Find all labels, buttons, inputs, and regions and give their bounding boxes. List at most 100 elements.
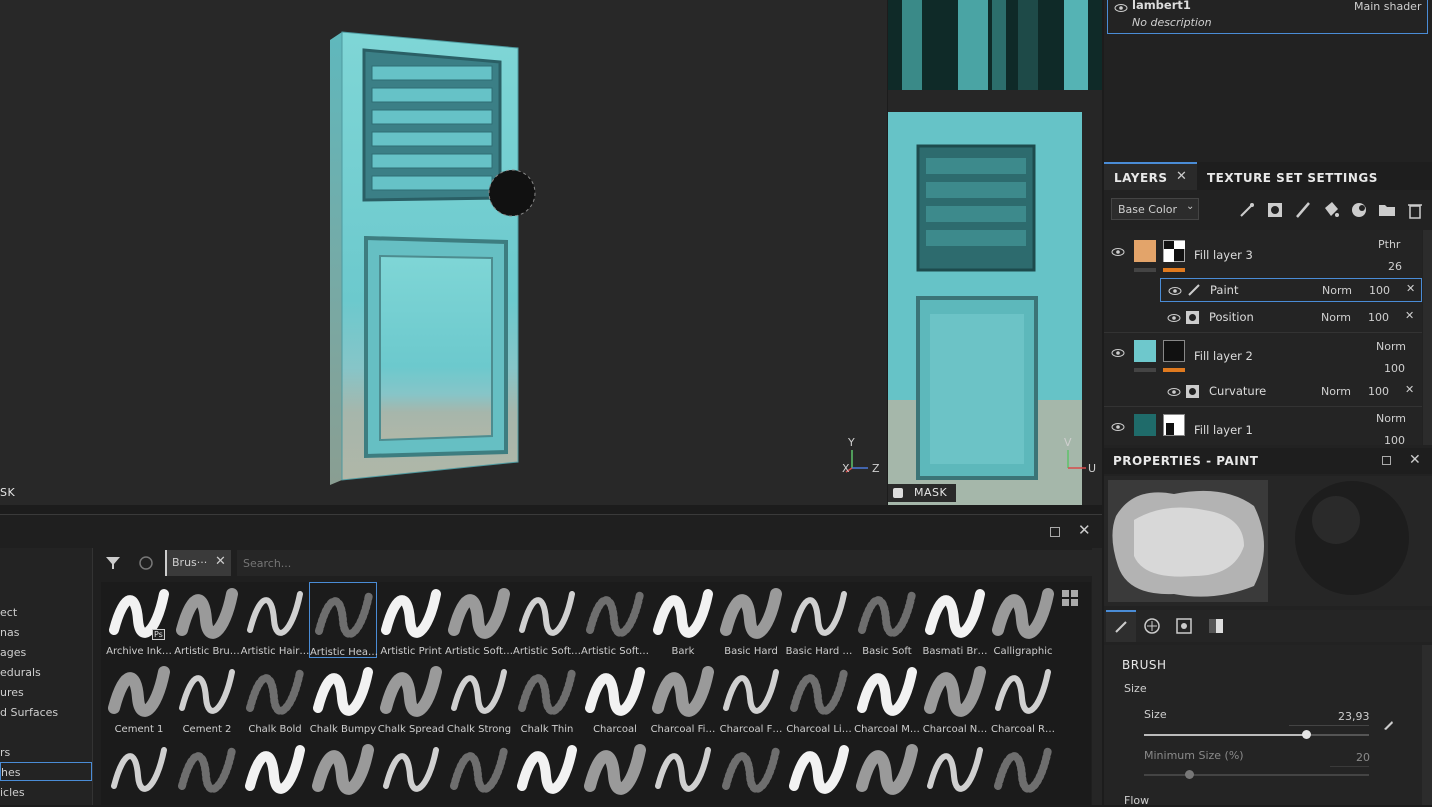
min-size-value[interactable]: 20 <box>1356 751 1370 764</box>
category-item-selected[interactable]: hes <box>0 762 92 781</box>
eye-icon[interactable] <box>1167 387 1181 397</box>
brush-item[interactable] <box>649 738 717 805</box>
material-tab-icon[interactable] <box>1144 618 1160 634</box>
brush-item[interactable]: Charcoal R… <box>989 660 1057 736</box>
remove-effect-icon[interactable]: ✕ <box>1406 282 1415 295</box>
brush-item[interactable]: Basic Hard … <box>785 582 853 658</box>
close-tab-icon[interactable]: ✕ <box>1176 169 1187 184</box>
brush-item[interactable] <box>717 738 785 805</box>
brush-item[interactable]: Artistic Bru… <box>173 582 241 658</box>
brush-item[interactable]: Artistic Print <box>377 582 445 658</box>
brush-item[interactable]: Cement 1 <box>105 660 173 736</box>
remove-tag-icon[interactable]: ✕ <box>215 554 226 569</box>
opacity-value[interactable]: 100 <box>1369 284 1390 297</box>
viewport-2d[interactable]: MASK V U <box>888 0 1102 505</box>
add-mask-icon[interactable] <box>1265 200 1285 220</box>
properties-scrollbar[interactable] <box>1422 645 1432 805</box>
brush-item[interactable] <box>173 738 241 805</box>
delete-layer-icon[interactable] <box>1405 200 1425 220</box>
effect-row[interactable]: Curvature Norm 100 ✕ <box>1160 380 1422 404</box>
opacity-value[interactable]: 100 <box>1384 434 1405 445</box>
effect-row[interactable]: Position Norm 100 ✕ <box>1160 306 1422 330</box>
brush-item[interactable]: Charcoal F… <box>717 660 785 736</box>
opacity-value[interactable]: 100 <box>1368 311 1389 324</box>
min-size-slider[interactable] <box>1144 770 1369 779</box>
brush-item[interactable]: Charcoal Fi… <box>649 660 717 736</box>
add-smart-material-icon[interactable] <box>1349 200 1369 220</box>
category-item[interactable]: ect <box>0 603 17 622</box>
category-item[interactable]: ages <box>0 643 26 662</box>
brush-item[interactable]: Charcoal N… <box>921 660 989 736</box>
brush-item[interactable]: Basic Hard <box>717 582 785 658</box>
brush-item[interactable] <box>309 738 377 805</box>
alpha-tab-icon[interactable] <box>1208 618 1224 634</box>
layer-row[interactable]: Fill layer 2 Norm 100 <box>1104 334 1422 380</box>
opacity-value[interactable]: 100 <box>1368 385 1389 398</box>
brush-item[interactable]: Chalk Bold <box>241 660 309 736</box>
brush-item[interactable] <box>853 738 921 805</box>
brush-item[interactable]: Artistic Hea… <box>309 582 378 658</box>
mask-thumbnail[interactable] <box>1163 240 1185 262</box>
remove-effect-icon[interactable]: ✕ <box>1405 383 1414 396</box>
category-item[interactable]: rs <box>0 743 10 762</box>
brush-item[interactable]: Bark <box>649 582 717 658</box>
size-slider[interactable] <box>1144 730 1369 739</box>
tab-layers[interactable]: LAYERS ✕ <box>1104 162 1197 190</box>
refresh-icon[interactable] <box>137 554 155 572</box>
brush-item[interactable]: Artistic Soft… <box>513 582 581 658</box>
brush-item[interactable] <box>581 738 649 805</box>
add-folder-icon[interactable] <box>1377 200 1397 220</box>
min-size-slider-handle[interactable] <box>1185 770 1194 779</box>
blend-mode[interactable]: Norm <box>1321 311 1351 324</box>
add-fill-layer-icon[interactable] <box>1321 200 1341 220</box>
brush-item[interactable] <box>445 738 513 805</box>
brush-item[interactable]: Artistic Hair… <box>241 582 309 658</box>
brush-item[interactable]: Charcoal <box>581 660 649 736</box>
eye-icon[interactable] <box>1111 247 1125 257</box>
add-paint-layer-icon[interactable] <box>1293 200 1313 220</box>
eye-icon[interactable] <box>1114 3 1128 13</box>
layer-row[interactable]: Fill layer 1 Norm 100 <box>1104 408 1422 445</box>
brush-item[interactable] <box>105 738 173 805</box>
tab-texture-set-settings[interactable]: TEXTURE SET SETTINGS <box>1207 171 1378 185</box>
search-tag[interactable]: Brus··· ✕ <box>165 550 231 576</box>
eye-icon[interactable] <box>1168 286 1182 296</box>
opacity-value[interactable]: 100 <box>1384 362 1405 375</box>
pen-pressure-icon[interactable] <box>1382 719 1394 731</box>
layers-scrollbar[interactable] <box>1423 230 1432 445</box>
brush-item[interactable]: Chalk Strong <box>445 660 513 736</box>
add-effect-icon[interactable] <box>1237 200 1257 220</box>
eye-icon[interactable] <box>1111 422 1125 432</box>
maximize-icon[interactable] <box>1050 527 1060 537</box>
brush-item[interactable] <box>921 738 989 805</box>
category-item[interactable]: edurals <box>0 663 41 682</box>
brush-item[interactable]: Chalk Spread <box>377 660 445 736</box>
search-input[interactable] <box>237 550 1093 576</box>
brush-item[interactable] <box>377 738 445 805</box>
brush-item[interactable]: Basic Soft <box>853 582 921 658</box>
blend-mode[interactable]: Norm <box>1322 284 1352 297</box>
blend-mode[interactable]: Norm <box>1376 340 1406 353</box>
size-slider-handle[interactable] <box>1302 730 1311 739</box>
effect-row-selected[interactable]: Paint Norm 100 ✕ <box>1160 278 1422 302</box>
channel-select[interactable]: Base Color ⌄ <box>1111 198 1199 220</box>
brush-item[interactable]: Charcoal Li… <box>785 660 853 736</box>
category-item[interactable]: nas <box>0 623 19 642</box>
remove-effect-icon[interactable]: ✕ <box>1405 309 1414 322</box>
blend-mode[interactable]: Pthr <box>1378 238 1400 251</box>
category-item[interactable]: d Surfaces <box>0 703 58 722</box>
brush-item[interactable]: Chalk Thin <box>513 660 581 736</box>
brush-item[interactable] <box>513 738 581 805</box>
grid-view-icon[interactable] <box>1062 590 1078 606</box>
brush-item[interactable]: Artistic Soft… <box>581 582 649 658</box>
mask-thumbnail[interactable] <box>1163 340 1185 362</box>
category-item[interactable]: ures <box>0 683 24 702</box>
category-item[interactable]: icles <box>0 783 25 802</box>
brush-item[interactable] <box>785 738 853 805</box>
filter-icon[interactable] <box>104 554 122 572</box>
close-icon[interactable]: ✕ <box>1078 521 1091 539</box>
viewport-3d[interactable]: SK Y X Z <box>0 0 887 505</box>
brush-item[interactable] <box>241 738 309 805</box>
eye-icon[interactable] <box>1167 313 1181 323</box>
mask-thumbnail[interactable] <box>1163 414 1185 436</box>
